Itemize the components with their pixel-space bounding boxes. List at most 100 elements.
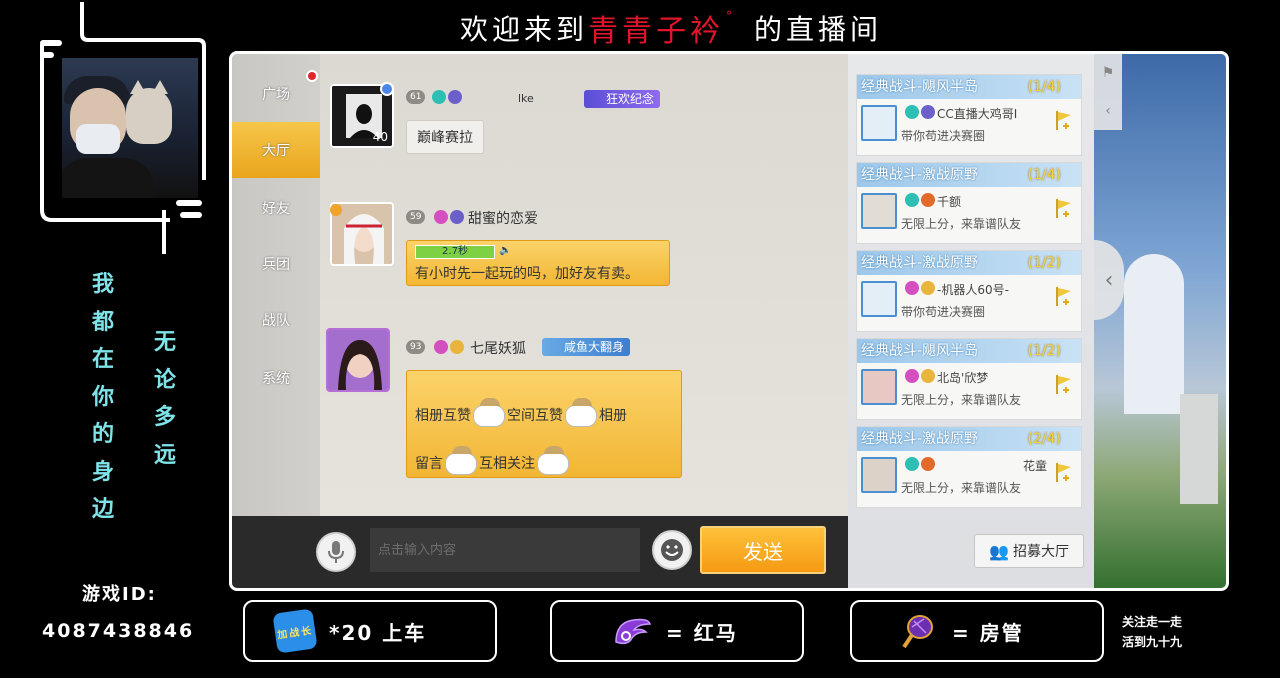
location-icon: [905, 369, 919, 383]
vchar: 无: [153, 329, 176, 355]
send-button[interactable]: 发送: [700, 526, 826, 574]
stream-overlay: 欢迎来到 青青子衿 ° 的直播间 我 都 在 你 的 身 边 无 论 多 远 游…: [0, 0, 1280, 678]
voice-duration[interactable]: 2.7秒: [415, 245, 495, 259]
location-icon: [434, 210, 448, 224]
message-line: 相册互赞 空间互赞 相册: [415, 398, 627, 427]
rank-icon: [330, 204, 342, 216]
vchar: 的: [91, 421, 114, 447]
join-flag-icon[interactable]: [1055, 285, 1073, 307]
avatar[interactable]: [326, 328, 390, 392]
badge-icon: 加战长: [272, 608, 318, 654]
menu-label: 好友: [262, 201, 290, 217]
face-mask: [76, 124, 120, 154]
username[interactable]: 七尾妖狐: [470, 338, 526, 358]
gender-icon: [905, 105, 919, 119]
room-host-name: CC直播大鸡哥I: [937, 107, 1018, 121]
username[interactable]: lke: [518, 92, 534, 105]
chat-messages: 40 61 lke 狂欢纪念 巅峰赛拉 59 甜蜜的恋爱 2.7秒 🔈 有小时先…: [320, 54, 848, 516]
banner-mark: °: [726, 9, 737, 23]
message-line: 留言 互相关注: [415, 446, 571, 475]
vertical-text-left: 我 都 在 你 的 身 边: [88, 266, 118, 529]
gift-box-boarding: 加战长 *20 上车: [243, 600, 497, 662]
menu-item-team[interactable]: 战队: [232, 292, 320, 348]
gender-icon: [432, 90, 446, 104]
chat-channel-menu: 广场 大厅 好友 兵团 战队 系统: [232, 54, 320, 516]
title-tag: 狂欢纪念: [584, 90, 661, 108]
emote-icon: [445, 446, 477, 475]
room-header: 经典战斗-激战原野 (1/2): [857, 251, 1081, 275]
cat: [126, 80, 172, 144]
room-subtitle: 无限上分，来靠谱队友: [901, 217, 1022, 231]
menu-item-legion[interactable]: 兵团: [232, 236, 320, 292]
room-header: 经典战斗-激战原野 (1/4): [857, 163, 1081, 187]
location-icon: [905, 281, 919, 295]
room-subtitle: 无限上分，来靠谱队友: [901, 481, 1022, 495]
vchar: 身: [91, 458, 114, 485]
room-host-name: -机器人60号-: [937, 283, 1009, 297]
room-card[interactable]: 经典战斗-激战原野 (1/2) -机器人60号- 带你苟进决赛圈: [856, 250, 1082, 332]
rank-badge-icon: [450, 340, 464, 354]
level-badge: 59: [406, 210, 426, 224]
level-badge: 61: [406, 90, 426, 104]
gift-box-room-admin: = 房管: [850, 600, 1104, 662]
vip-icon: [448, 90, 462, 104]
menu-item-friends[interactable]: 好友: [232, 180, 320, 236]
message-text: 有小时先一起玩的吗，加好友有卖。: [415, 266, 639, 282]
game-id-value: 4087438846: [42, 620, 195, 642]
message-segment: 空间互赞: [507, 408, 563, 424]
vchar: 我: [91, 271, 114, 297]
room-title: 经典战斗-激战原野: [861, 255, 979, 271]
room-card[interactable]: 经典战斗-激战原野 (1/4) 千额 无限上分，来靠谱队友: [856, 162, 1082, 244]
room-host-name: 千额: [937, 195, 962, 209]
emoji-button[interactable]: [652, 530, 692, 570]
room-count: (1/2): [1027, 343, 1061, 359]
join-flag-icon[interactable]: [1055, 197, 1073, 219]
vchar: 你: [91, 383, 114, 410]
follow-note: 关注走一走 活到九十九: [1122, 612, 1182, 652]
join-flag-icon[interactable]: [1055, 109, 1073, 131]
join-flag-icon[interactable]: [1055, 373, 1073, 395]
room-count: (2/4): [1027, 431, 1061, 447]
smiley-icon: [661, 539, 683, 561]
chevron-left-icon[interactable]: ‹: [1105, 103, 1111, 119]
menu-label: 系统: [262, 371, 290, 387]
emote-icon: [537, 446, 569, 475]
room-subtitle: 无限上分，来靠谱队友: [901, 393, 1022, 407]
microphone-button[interactable]: [316, 532, 356, 572]
gift-box-red-horse: = 红马: [550, 600, 804, 662]
room-card[interactable]: 经典战斗-飓风半岛 (1/4) CC直播大鸡哥I 带你苟进决赛圈: [856, 74, 1082, 156]
recruit-label: 招募大厅: [1012, 544, 1069, 560]
message-segment: 互相关注: [479, 456, 535, 472]
vchar: 论: [153, 366, 176, 393]
gift-text: = 房管: [952, 620, 1024, 645]
room-list-panel: 经典战斗-飓风半岛 (1/4) CC直播大鸡哥I 带你苟进决赛圈 经典战斗-激战原…: [848, 54, 1094, 588]
gift-text: *20 上车: [329, 620, 427, 645]
note-line: 关注走一走: [1122, 615, 1183, 629]
crown-icon: [921, 457, 935, 471]
menu-label: 广场: [262, 87, 290, 103]
room-card[interactable]: 经典战斗-飓风半岛 (1/2) 北岛'欣梦 无限上分，来靠谱队友: [856, 338, 1082, 420]
building: [1124, 254, 1184, 414]
chevron-left-icon: ‹: [1104, 267, 1114, 293]
wings-icon: [612, 611, 652, 651]
recruit-hall-button[interactable]: 👥 招募大厅: [974, 534, 1084, 568]
menu-item-hall[interactable]: 大厅: [232, 122, 320, 178]
room-card[interactable]: 经典战斗-激战原野 (2/4) 花童 无限上分，来靠谱队友: [856, 426, 1082, 508]
join-flag-icon[interactable]: [1055, 461, 1073, 483]
message-bubble: 2.7秒 🔈 有小时先一起玩的吗，加好友有卖。: [406, 240, 670, 286]
room-host-avatar: [861, 369, 897, 405]
background-scene: [1094, 54, 1226, 588]
room-title: 经典战斗-激战原野: [861, 167, 979, 183]
message-bubble: 相册互赞 空间互赞 相册 留言 互相关注: [406, 370, 682, 478]
menu-item-system[interactable]: 系统: [232, 350, 320, 406]
room-title: 经典战斗-飓风半岛: [861, 343, 979, 359]
vchar: 边: [91, 496, 114, 522]
streamer-name: 青青子衿: [588, 14, 725, 49]
flag-icon[interactable]: ⚑: [1102, 65, 1115, 81]
racket-icon: [898, 611, 938, 651]
side-top-controls[interactable]: ⚑ ‹: [1094, 54, 1122, 130]
game-id-label: 游戏ID:: [82, 584, 157, 605]
chat-input[interactable]: [370, 528, 640, 572]
username[interactable]: 甜蜜的恋爱: [468, 208, 538, 228]
level-badge: 93: [406, 340, 426, 354]
